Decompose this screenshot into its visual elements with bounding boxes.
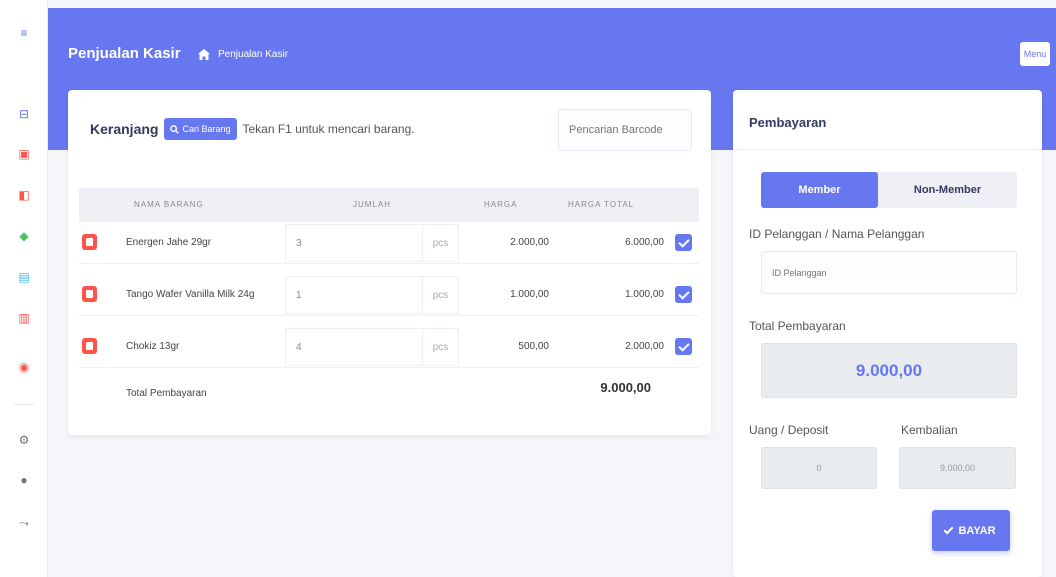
breadcrumb-current: Penjualan Kasir	[218, 49, 289, 60]
gear-icon[interactable]: ⚙	[0, 429, 48, 451]
tab-member[interactable]: Member	[761, 172, 878, 208]
list-icon[interactable]: ▤	[0, 266, 48, 288]
payment-divider	[733, 149, 1042, 150]
user-icon[interactable]: ●	[0, 469, 48, 491]
cart-header: Keranjang Cari Barang Tekan F1 untuk men…	[90, 118, 415, 140]
item-name: Chokiz 13gr	[126, 341, 180, 352]
confirm-check-icon[interactable]	[675, 234, 692, 251]
item-price: 500,00	[518, 341, 549, 352]
change-label: Kembalian	[901, 423, 958, 437]
bag-icon[interactable]: ◆	[0, 225, 48, 247]
column-header-qty: JUMLAH	[353, 200, 392, 209]
unit-label: pcs	[422, 224, 459, 262]
delete-icon[interactable]	[82, 286, 97, 302]
cart-total-label: Total Pembayaran	[126, 388, 207, 399]
search-icon	[170, 124, 180, 134]
cart-total-value: 9.000,00	[600, 380, 651, 395]
column-header-total: HARGA TOTAL	[568, 200, 635, 209]
confirm-check-icon[interactable]	[675, 338, 692, 355]
delete-icon[interactable]	[82, 338, 97, 354]
cart-row: Energen Jahe 29gr pcs 2.000,00 6.000,00	[79, 222, 699, 264]
total-payment-label: Total Pembayaran	[749, 319, 846, 333]
menu-toggle-icon[interactable]: ≡	[0, 22, 48, 44]
tab-non-member[interactable]: Non-Member	[878, 172, 1017, 208]
confirm-check-icon[interactable]	[675, 286, 692, 303]
payment-title: Pembayaran	[749, 115, 827, 130]
item-total: 2.000,00	[625, 341, 664, 352]
home-icon[interactable]	[198, 49, 210, 60]
quantity-input[interactable]	[285, 224, 422, 262]
quantity-input[interactable]	[285, 276, 422, 314]
sidebar: ≡ ⊟ ▣ ◧ ◆ ▤ ▥ ◉ ⚙ ● ⤳	[0, 0, 48, 577]
find-item-button[interactable]: Cari Barang	[164, 118, 237, 140]
cart-table-header: NAMA BARANG JUMLAH HARGA HARGA TOTAL	[79, 188, 699, 222]
payment-card: Pembayaran Member Non-Member ID Pelangga…	[733, 90, 1042, 577]
cart-card: Keranjang Cari Barang Tekan F1 untuk men…	[68, 90, 711, 435]
deposit-label: Uang / Deposit	[749, 423, 829, 437]
pay-button-label: BAYAR	[958, 524, 996, 537]
item-name: Energen Jahe 29gr	[126, 237, 212, 248]
customer-label: ID Pelanggan / Nama Pelanggan	[749, 227, 925, 241]
item-price: 1.000,00	[510, 289, 549, 300]
delete-icon[interactable]	[82, 234, 97, 250]
menu-button[interactable]: Menu	[1020, 42, 1050, 66]
breadcrumb: Penjualan Kasir	[198, 49, 288, 60]
change-value: 9.000,00	[899, 447, 1016, 489]
search-hint: Tekan F1 untuk mencari barang.	[242, 122, 415, 136]
quantity-input[interactable]	[285, 328, 422, 366]
cart-row: Tango Wafer Vanilla Milk 24g pcs 1.000,0…	[79, 274, 699, 316]
item-total: 6.000,00	[625, 237, 664, 248]
column-header-price: HARGA	[484, 200, 518, 209]
bell-icon[interactable]: ◉	[0, 356, 48, 378]
item-total: 1.000,00	[625, 289, 664, 300]
barcode-search-input[interactable]	[558, 109, 692, 151]
total-payment-value: 9.000,00	[761, 343, 1017, 398]
find-item-label: Cari Barang	[182, 124, 231, 134]
report-icon[interactable]: ▥	[0, 307, 48, 329]
check-icon	[944, 524, 954, 534]
sidebar-divider	[14, 404, 34, 405]
cart-row: Chokiz 13gr pcs 500,00 2.000,00	[79, 326, 699, 368]
document-icon[interactable]: ◧	[0, 184, 48, 206]
logout-icon[interactable]: ⤳	[0, 512, 48, 534]
cart-icon[interactable]: ▣	[0, 143, 48, 165]
item-name: Tango Wafer Vanilla Milk 24g	[126, 289, 255, 300]
unit-label: pcs	[422, 328, 459, 366]
page-title: Penjualan Kasir	[68, 45, 181, 62]
pay-button[interactable]: BAYAR	[932, 510, 1010, 551]
deposit-input[interactable]: 0	[761, 447, 877, 489]
customer-id-input[interactable]	[761, 251, 1017, 294]
box-icon[interactable]: ⊟	[0, 103, 48, 125]
unit-label: pcs	[422, 276, 459, 314]
customer-type-toggle: Member Non-Member	[761, 172, 1017, 208]
column-header-name: NAMA BARANG	[134, 200, 204, 209]
item-price: 2.000,00	[510, 237, 549, 248]
cart-title: Keranjang	[90, 121, 159, 137]
